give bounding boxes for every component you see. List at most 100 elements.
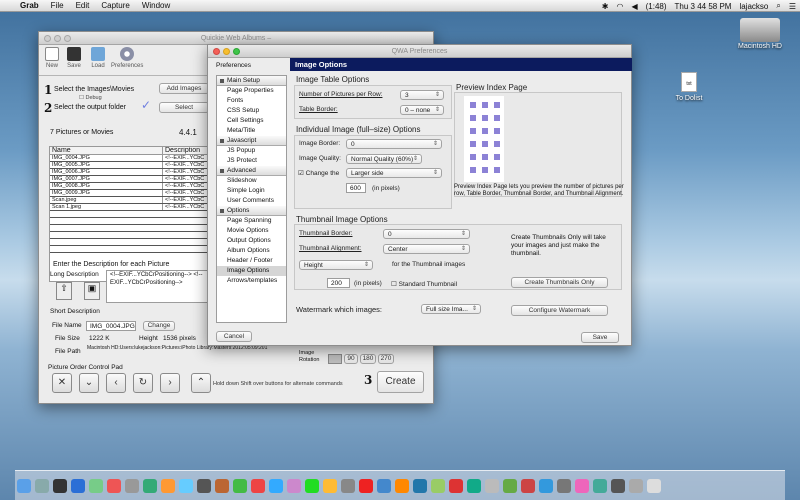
dock-app-icon[interactable] <box>467 479 481 493</box>
prefs-list-item[interactable]: Meta/Title <box>217 126 286 136</box>
dock-app-icon[interactable] <box>251 479 265 493</box>
minimize-icon[interactable] <box>54 35 61 42</box>
dock-app-icon[interactable] <box>305 479 319 493</box>
text-file-icon[interactable]: txt <box>681 72 697 92</box>
dock-app-icon[interactable] <box>377 479 391 493</box>
user-name[interactable]: lajackso <box>739 2 768 11</box>
image-quality-select[interactable]: Normal Quality (60%) <box>346 154 422 164</box>
dock-app-icon[interactable] <box>197 479 211 493</box>
prefs-list-item[interactable]: Slideshow <box>217 176 286 186</box>
dock-app-icon[interactable] <box>287 479 301 493</box>
dock-app-icon[interactable] <box>521 479 535 493</box>
prefs-list-item[interactable]: Simple Login <box>217 186 286 196</box>
table-border-select[interactable]: 0 – none <box>400 105 444 115</box>
dock-app-icon[interactable] <box>107 479 121 493</box>
prefs-group-header[interactable]: Main Setup <box>217 76 286 86</box>
dock-app-icon[interactable] <box>359 479 373 493</box>
dock-app-icon[interactable] <box>17 479 31 493</box>
dock-app-icon[interactable] <box>557 479 571 493</box>
dock-app-icon[interactable] <box>395 479 409 493</box>
dock-app-icon[interactable] <box>413 479 427 493</box>
image-border-select[interactable]: 0 <box>346 139 442 149</box>
prefs-list-item[interactable]: User Comments <box>217 196 286 206</box>
preferences-list[interactable]: Main Setup Page Properties Fonts CSS Setup C… <box>216 75 287 323</box>
dock-app-icon[interactable] <box>539 479 553 493</box>
prefs-group-header[interactable]: Javascript <box>217 136 286 146</box>
wifi-icon[interactable]: ◠ <box>616 2 623 11</box>
standard-thumbnail-checkbox[interactable]: ☐ Standard Thumbnail <box>391 280 457 288</box>
pad-remove-button[interactable]: ✕ <box>52 373 72 393</box>
prefs-list-item[interactable]: Output Options <box>217 236 286 246</box>
pad-right-button[interactable]: › <box>160 373 180 393</box>
prefs-zoom-icon[interactable] <box>233 48 240 55</box>
bluetooth-icon[interactable]: ✱ <box>602 2 609 11</box>
dock-app-icon[interactable] <box>269 479 283 493</box>
rotation-90-button[interactable]: 90 <box>344 354 358 364</box>
dock-app-icon[interactable] <box>323 479 337 493</box>
prefs-list-item[interactable]: Album Options <box>217 246 286 256</box>
prefs-group-header[interactable]: Options <box>217 206 286 216</box>
dock-app-icon[interactable] <box>431 479 445 493</box>
dock-app-icon[interactable] <box>35 479 49 493</box>
menu-file[interactable]: File <box>45 0 70 12</box>
dock-app-icon[interactable] <box>503 479 517 493</box>
debug-checkbox[interactable]: ☐ Debug <box>79 95 102 101</box>
preferences-button[interactable]: Preferences <box>111 47 143 69</box>
photo-icon[interactable]: ▣ <box>84 282 100 300</box>
pad-rotate-button[interactable]: ↻ <box>133 373 153 393</box>
file-name-field[interactable]: IMG_0004.JPG <box>86 321 136 331</box>
clock[interactable]: Thu 3 44 58 PM <box>675 2 732 11</box>
notification-icon[interactable]: ☰ <box>789 2 796 11</box>
move-up-icon[interactable]: ⇧ <box>56 282 72 300</box>
load-button[interactable]: Load <box>91 47 105 69</box>
new-button[interactable]: New <box>45 47 59 69</box>
pad-up-button[interactable]: ⌃ <box>191 373 211 393</box>
prefs-list-item[interactable]: Fonts <box>217 96 286 106</box>
prefs-titlebar[interactable]: QWA Preferences <box>208 45 631 58</box>
prefs-list-item[interactable]: JS Popup <box>217 146 286 156</box>
prefs-list-item[interactable]: JS Protect <box>217 156 286 166</box>
dock-app-icon[interactable] <box>449 479 463 493</box>
rotation-0-button[interactable] <box>328 354 342 364</box>
column-header-name[interactable]: Name <box>50 147 163 154</box>
dock-app-icon[interactable] <box>125 479 139 493</box>
create-thumbnails-only-button[interactable]: Create Thumbnails Only <box>511 277 608 288</box>
dock-app-icon[interactable] <box>647 479 661 493</box>
save-toolbar-button[interactable]: Save <box>67 47 81 69</box>
pad-down-button[interactable]: ⌄ <box>79 373 99 393</box>
menu-edit[interactable]: Edit <box>70 0 96 12</box>
watermark-select[interactable]: Full size Ima... <box>421 304 481 314</box>
dock-app-icon[interactable] <box>611 479 625 493</box>
rotation-180-button[interactable]: 180 <box>360 354 376 364</box>
dock-app-icon[interactable] <box>575 479 589 493</box>
preview-canvas[interactable] <box>464 96 504 182</box>
rotation-270-button[interactable]: 270 <box>378 354 394 364</box>
hard-drive-icon[interactable] <box>740 18 780 42</box>
dock-app-icon[interactable] <box>89 479 103 493</box>
size-pixels-field[interactable]: 600 <box>346 183 366 193</box>
save-button[interactable]: Save <box>581 332 619 343</box>
menu-app-name[interactable]: Grab <box>14 0 45 12</box>
thumbnail-dimension-select[interactable]: Height <box>299 260 373 270</box>
prefs-list-item[interactable]: Cell Settings <box>217 116 286 126</box>
menu-capture[interactable]: Capture <box>95 0 135 12</box>
change-button[interactable]: Change <box>143 321 175 331</box>
configure-watermark-button[interactable]: Configure Watermark <box>511 305 608 316</box>
prefs-list-item[interactable]: Header / Footer <box>217 256 286 266</box>
battery-status[interactable]: (1:48) <box>646 2 667 11</box>
dock-app-icon[interactable] <box>71 479 85 493</box>
add-images-button[interactable]: Add Images <box>159 83 209 94</box>
dock-app-icon[interactable] <box>53 479 67 493</box>
prefs-list-item[interactable]: Image Options <box>217 266 286 276</box>
pad-left-button[interactable]: ‹ <box>106 373 126 393</box>
pictures-per-row-select[interactable]: 3 <box>400 90 444 100</box>
prefs-minimize-icon[interactable] <box>223 48 230 55</box>
dock-app-icon[interactable] <box>143 479 157 493</box>
prefs-list-item[interactable]: Arrows/templates <box>217 276 286 286</box>
dock-app-icon[interactable] <box>485 479 499 493</box>
dock-app-icon[interactable] <box>629 479 643 493</box>
cancel-button[interactable]: Cancel <box>216 331 252 342</box>
dock-app-icon[interactable] <box>593 479 607 493</box>
change-side-select[interactable]: Larger side <box>346 168 442 178</box>
change-the-checkbox[interactable]: ☑ Change the <box>298 169 339 177</box>
